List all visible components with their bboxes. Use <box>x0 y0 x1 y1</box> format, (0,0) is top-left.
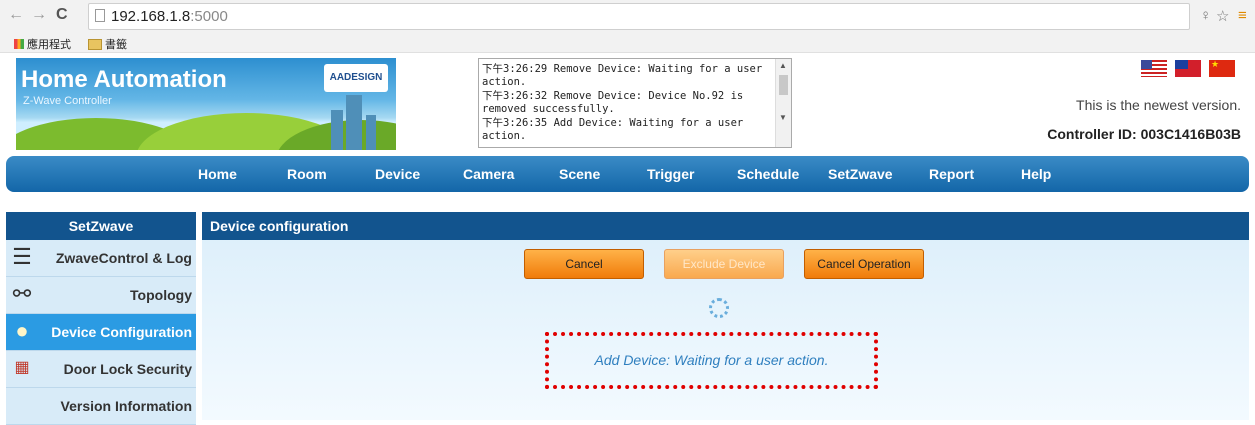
app-subtitle: Z-Wave Controller <box>23 95 112 107</box>
folder-icon <box>88 38 102 50</box>
url-host: 192.168.1.8 <box>111 8 191 25</box>
device-config-panel: Device configuration Cancel Exclude Devi… <box>202 212 1249 420</box>
loading-spinner-icon <box>709 298 729 318</box>
bulb-icon: ● <box>15 318 29 343</box>
apps-icon <box>14 39 24 49</box>
cancel-operation-button[interactable]: Cancel Operation <box>804 249 924 279</box>
main-nav: Home Room Device Camera Scene Trigger Sc… <box>6 156 1249 192</box>
logo: AADESIGN <box>324 64 388 92</box>
scroll-thumb[interactable] <box>779 75 788 95</box>
forward-icon[interactable]: → <box>31 6 47 24</box>
us-flag-icon[interactable] <box>1141 60 1167 77</box>
reload-icon[interactable]: C <box>56 6 68 24</box>
status-highlight: Add Device: Waiting for a user action. <box>545 332 878 389</box>
version-status: This is the newest version. <box>1076 97 1241 113</box>
sidebar: SetZwave ☰ ZwaveControl & Log ⚯ Topology… <box>6 212 196 425</box>
event-log-text: cancelled. 下午3:26:29 Remove Device: Wait… <box>482 59 763 142</box>
cn-flag-icon[interactable] <box>1209 59 1235 77</box>
language-flags <box>1141 59 1235 77</box>
status-message: Add Device: Waiting for a user action. <box>594 352 829 368</box>
sidebar-item-door-lock-security[interactable]: ▦ Door Lock Security <box>6 351 196 388</box>
scroll-up-icon[interactable]: ▲ <box>779 61 787 70</box>
tw-flag-icon[interactable] <box>1175 60 1201 77</box>
sidebar-item-label: ZwaveControl & Log <box>55 250 192 266</box>
exclude-device-button[interactable]: Exclude Device <box>664 249 784 279</box>
sidebar-item-label: Topology <box>130 287 192 303</box>
event-log[interactable]: cancelled. 下午3:26:29 Remove Device: Wait… <box>478 58 792 148</box>
page-icon <box>95 9 105 22</box>
panel-title: Device configuration <box>202 212 1249 240</box>
nav-device[interactable]: Device <box>375 166 420 182</box>
network-icon: ⚯ <box>12 281 32 306</box>
cancel-button[interactable]: Cancel <box>524 249 644 279</box>
sidebar-title: SetZwave <box>6 212 196 240</box>
bookmark-star-icon[interactable]: ☆ <box>1216 7 1229 25</box>
back-icon[interactable]: ← <box>8 6 24 24</box>
nav-camera[interactable]: Camera <box>463 166 514 182</box>
nav-scene[interactable]: Scene <box>559 166 600 182</box>
app-title: Home Automation <box>21 66 227 93</box>
nav-help[interactable]: Help <box>1021 166 1051 182</box>
list-icon: ☰ <box>12 244 32 269</box>
nav-setzwave[interactable]: SetZwave <box>828 166 893 182</box>
nav-report[interactable]: Report <box>929 166 974 182</box>
sidebar-item-topology[interactable]: ⚯ Topology <box>6 277 196 314</box>
bookmark-folder[interactable]: 書籤 <box>88 36 127 52</box>
sidebar-item-label: Door Lock Security <box>63 361 192 377</box>
menu-icon[interactable]: ≡ <box>1238 7 1247 24</box>
sidebar-item-version-information[interactable]: Version Information <box>6 388 196 425</box>
bookmark-apps-label: 應用程式 <box>27 39 71 51</box>
bookmark-folder-label: 書籤 <box>105 39 127 51</box>
sidebar-item-device-configuration[interactable]: ● Device Configuration <box>6 314 196 351</box>
sidebar-item-label: Version Information <box>60 398 192 414</box>
keypad-icon: ▦ <box>14 359 30 376</box>
nav-home[interactable]: Home <box>198 166 237 182</box>
extension-icon[interactable]: ♀ <box>1200 7 1211 24</box>
nav-schedule[interactable]: Schedule <box>737 166 799 182</box>
nav-trigger[interactable]: Trigger <box>647 166 694 182</box>
log-scrollbar[interactable]: ▲ ▼ <box>775 59 791 147</box>
banner: Home Automation Z-Wave Controller AADESI… <box>16 58 396 150</box>
sidebar-item-zwavecontrol[interactable]: ☰ ZwaveControl & Log <box>6 240 196 277</box>
controller-id: Controller ID: 003C1416B03B <box>1047 126 1241 142</box>
bookmarks-bar: 應用程式 書籤 <box>0 34 1255 53</box>
bookmark-apps[interactable]: 應用程式 <box>14 36 71 52</box>
address-bar[interactable]: 192.168.1.8:5000 <box>88 3 1190 30</box>
scroll-down-icon[interactable]: ▼ <box>779 113 787 122</box>
browser-toolbar: ← → C 192.168.1.8:5000 ♀ ☆ ≡ <box>0 0 1255 35</box>
nav-room[interactable]: Room <box>287 166 327 182</box>
sidebar-item-label: Device Configuration <box>51 324 192 340</box>
url-port: :5000 <box>190 8 228 25</box>
